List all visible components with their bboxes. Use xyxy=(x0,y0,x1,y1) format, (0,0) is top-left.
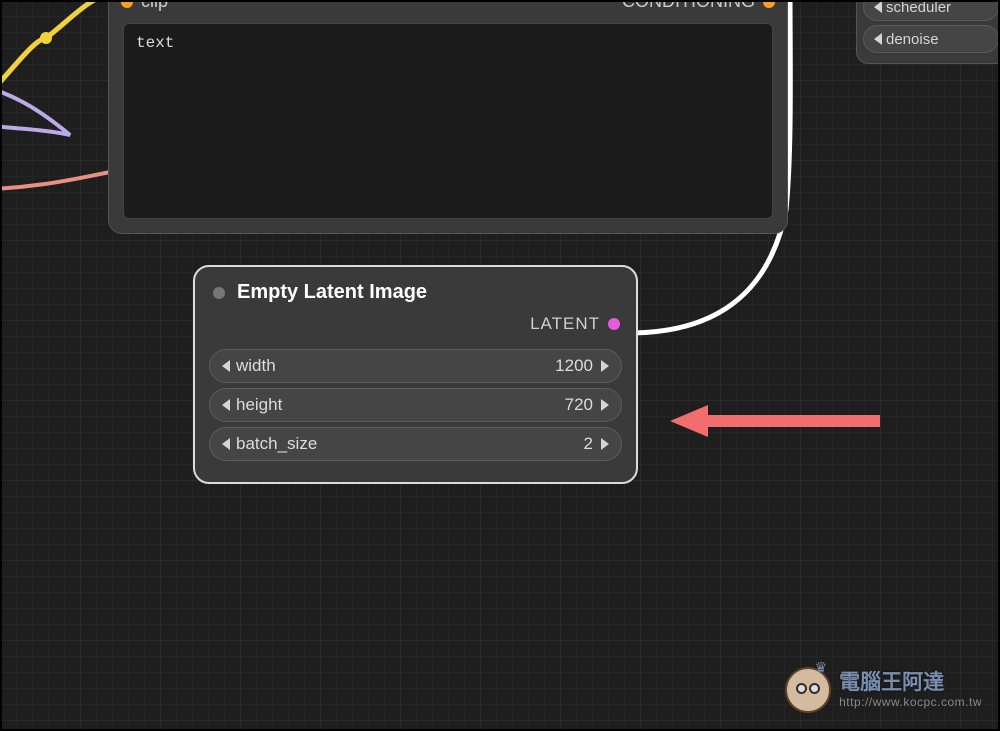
chevron-left-icon[interactable] xyxy=(222,360,230,372)
height-label: height xyxy=(236,395,282,415)
latent-output-port[interactable]: LATENT xyxy=(209,312,622,344)
scheduler-param[interactable]: scheduler xyxy=(863,0,999,21)
chevron-right-icon[interactable] xyxy=(601,399,609,411)
batch-size-label: batch_size xyxy=(236,434,317,454)
denoise-label: denoise xyxy=(886,31,939,48)
port-dot-icon xyxy=(121,0,133,8)
scheduler-label: scheduler xyxy=(886,0,951,16)
node-title-text: Empty Latent Image xyxy=(237,281,427,304)
prompt-text-value: text xyxy=(136,34,174,52)
clip-input-label: clip xyxy=(141,0,168,12)
conditioning-output-label: CONDITIONING xyxy=(622,0,755,12)
port-dot-icon xyxy=(608,318,620,330)
annotation-arrow-icon xyxy=(670,403,880,439)
chevron-left-icon[interactable] xyxy=(222,438,230,450)
conditioning-output-port[interactable]: CONDITIONING xyxy=(622,0,775,12)
latent-output-label: LATENT xyxy=(530,314,600,334)
chevron-left-icon[interactable] xyxy=(222,399,230,411)
width-value: 1200 xyxy=(555,356,593,376)
chevron-left-icon xyxy=(874,33,882,45)
chevron-right-icon[interactable] xyxy=(601,360,609,372)
port-dot-icon xyxy=(763,0,775,8)
batch-size-param[interactable]: batch_size 2 xyxy=(209,427,622,461)
collapse-dot-icon[interactable] xyxy=(213,287,225,299)
prompt-textarea[interactable]: text xyxy=(123,23,773,219)
batch-size-value: 2 xyxy=(584,434,593,454)
empty-latent-image-node[interactable]: Empty Latent Image LATENT width 1200 hei… xyxy=(193,265,638,484)
sampler-node[interactable]: scheduler denoise xyxy=(856,0,1000,64)
watermark-avatar-icon: ♛ xyxy=(785,667,831,713)
width-label: width xyxy=(236,356,276,376)
clip-input-port[interactable]: clip xyxy=(121,0,168,12)
watermark-url: http://www.kocpc.com.tw xyxy=(839,695,982,709)
clip-text-node[interactable]: clip CONDITIONING text xyxy=(108,0,788,234)
height-param[interactable]: height 720 xyxy=(209,388,622,422)
chevron-right-icon[interactable] xyxy=(601,438,609,450)
watermark-title: 電腦王阿達 xyxy=(839,670,982,695)
denoise-param[interactable]: denoise xyxy=(863,25,999,53)
watermark: ♛ 電腦王阿達 http://www.kocpc.com.tw xyxy=(785,667,982,713)
chevron-left-icon xyxy=(874,1,882,13)
width-param[interactable]: width 1200 xyxy=(209,349,622,383)
height-value: 720 xyxy=(565,395,593,415)
